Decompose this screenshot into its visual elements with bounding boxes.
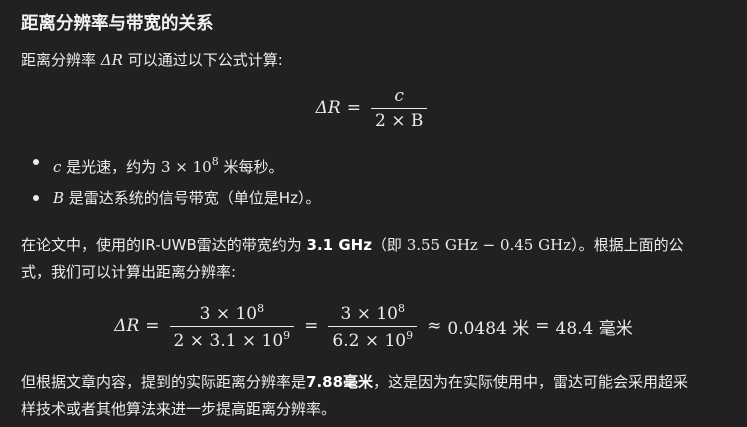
bullet2-var: B	[53, 189, 65, 207]
para3-text-b: ，这是因为在实际使用中，雷达可能会采用超采	[373, 373, 689, 391]
resolution-calculation-formula: ΔR = 3 × 108 2 × 3.1 × 109 = 3 × 108 6.2…	[0, 298, 747, 354]
actual-resolution-paragraph-line2: 样技术或者其他算法来进一步提高距离分辨率。	[21, 400, 337, 418]
para2-text-a: 在论文中，使用的IR-UWB雷达的带宽约为	[21, 236, 307, 254]
formula1-lhs: ΔR	[315, 98, 341, 118]
formula1-denominator: 2 × B	[370, 107, 428, 131]
bandwidth-math: 3.55 GHz − 0.45 GHz	[406, 236, 572, 254]
bullet-item-speed-of-light: c 是光速，约为 3 × 108 米每秒。	[53, 149, 283, 180]
para3-text-a: 但根据文章内容，提到的实际距离分辨率是	[21, 373, 307, 391]
actual-resolution-value: 7.88毫米	[306, 373, 374, 391]
bullet1-exponent: 8	[211, 155, 219, 168]
fraction2-numerator: 3 × 108	[337, 302, 410, 326]
bullet1-text-b: 米每秒。	[218, 158, 284, 176]
intro-suffix: 可以通过以下公式计算:	[122, 51, 283, 69]
para2-text-c: ）。根据上面的公	[571, 236, 684, 254]
formula2-lhs: ΔR	[114, 316, 140, 336]
intro-paragraph: 距离分辨率 ΔR 可以通过以下公式计算:	[21, 47, 283, 73]
para2-text-b: （即	[371, 236, 407, 254]
formula1-fraction: c 2 × B	[370, 85, 428, 131]
formula2-equals-3: =	[535, 316, 550, 336]
f1-num-exp: 8	[257, 301, 265, 315]
delta-r-symbol: ΔR	[100, 51, 123, 69]
f2-num-exp: 8	[398, 301, 405, 315]
bullet1-text-a: 是光速，约为	[61, 158, 161, 176]
formula2-equals: =	[145, 316, 160, 336]
f1-num-base: 3 × 10	[199, 303, 258, 324]
formula2-equals-2: =	[304, 316, 319, 336]
formula2-fraction2: 3 × 108 6.2 × 109	[328, 302, 418, 351]
bullet-dot	[33, 159, 39, 165]
formula1-equals: =	[346, 98, 361, 118]
formula2-value-mm: 48.4 毫米	[555, 318, 633, 339]
formula2-fraction1: 3 × 108 2 × 3.1 × 109	[169, 302, 295, 351]
formula2-approx: ≈	[427, 316, 442, 336]
section-heading: 距离分辨率与带宽的关系	[21, 14, 214, 34]
bandwidth-value: 3.1 GHz	[306, 236, 372, 254]
fraction1-numerator: 3 × 108	[196, 302, 269, 326]
bandwidth-paragraph-line1: 在论文中，使用的IR-UWB雷达的带宽约为 3.1 GHz（即 3.55 GHz…	[21, 232, 684, 258]
f2-den-exp: 9	[406, 328, 414, 342]
formula1-numerator: c	[394, 85, 404, 106]
f2-den-base: 6.2 × 10	[332, 330, 407, 351]
bullet2-text: 是雷达系统的信号带宽（单位是Hz）。	[64, 189, 321, 207]
range-resolution-formula: ΔR = c 2 × B	[0, 84, 747, 132]
fraction2-denominator: 6.2 × 109	[328, 325, 418, 351]
f2-num-base: 3 × 10	[340, 303, 399, 324]
bandwidth-paragraph-line2: 式，我们可以计算出距离分辨率:	[21, 263, 237, 281]
formula2-value-meters: 0.0484 米	[447, 318, 530, 339]
bullet-item-bandwidth: B 是雷达系统的信号带宽（单位是Hz）。	[53, 185, 320, 211]
f1-den-base: 2 × 3.1 × 10	[173, 330, 284, 351]
f1-den-exp: 9	[283, 328, 291, 342]
bullet-dot	[33, 195, 39, 201]
bullet1-math: 3 × 10	[160, 158, 212, 176]
fraction1-denominator: 2 × 3.1 × 109	[169, 325, 295, 351]
actual-resolution-paragraph-line1: 但根据文章内容，提到的实际距离分辨率是7.88毫米，这是因为在实际使用中，雷达可…	[21, 369, 688, 395]
intro-prefix: 距离分辨率	[21, 51, 101, 69]
